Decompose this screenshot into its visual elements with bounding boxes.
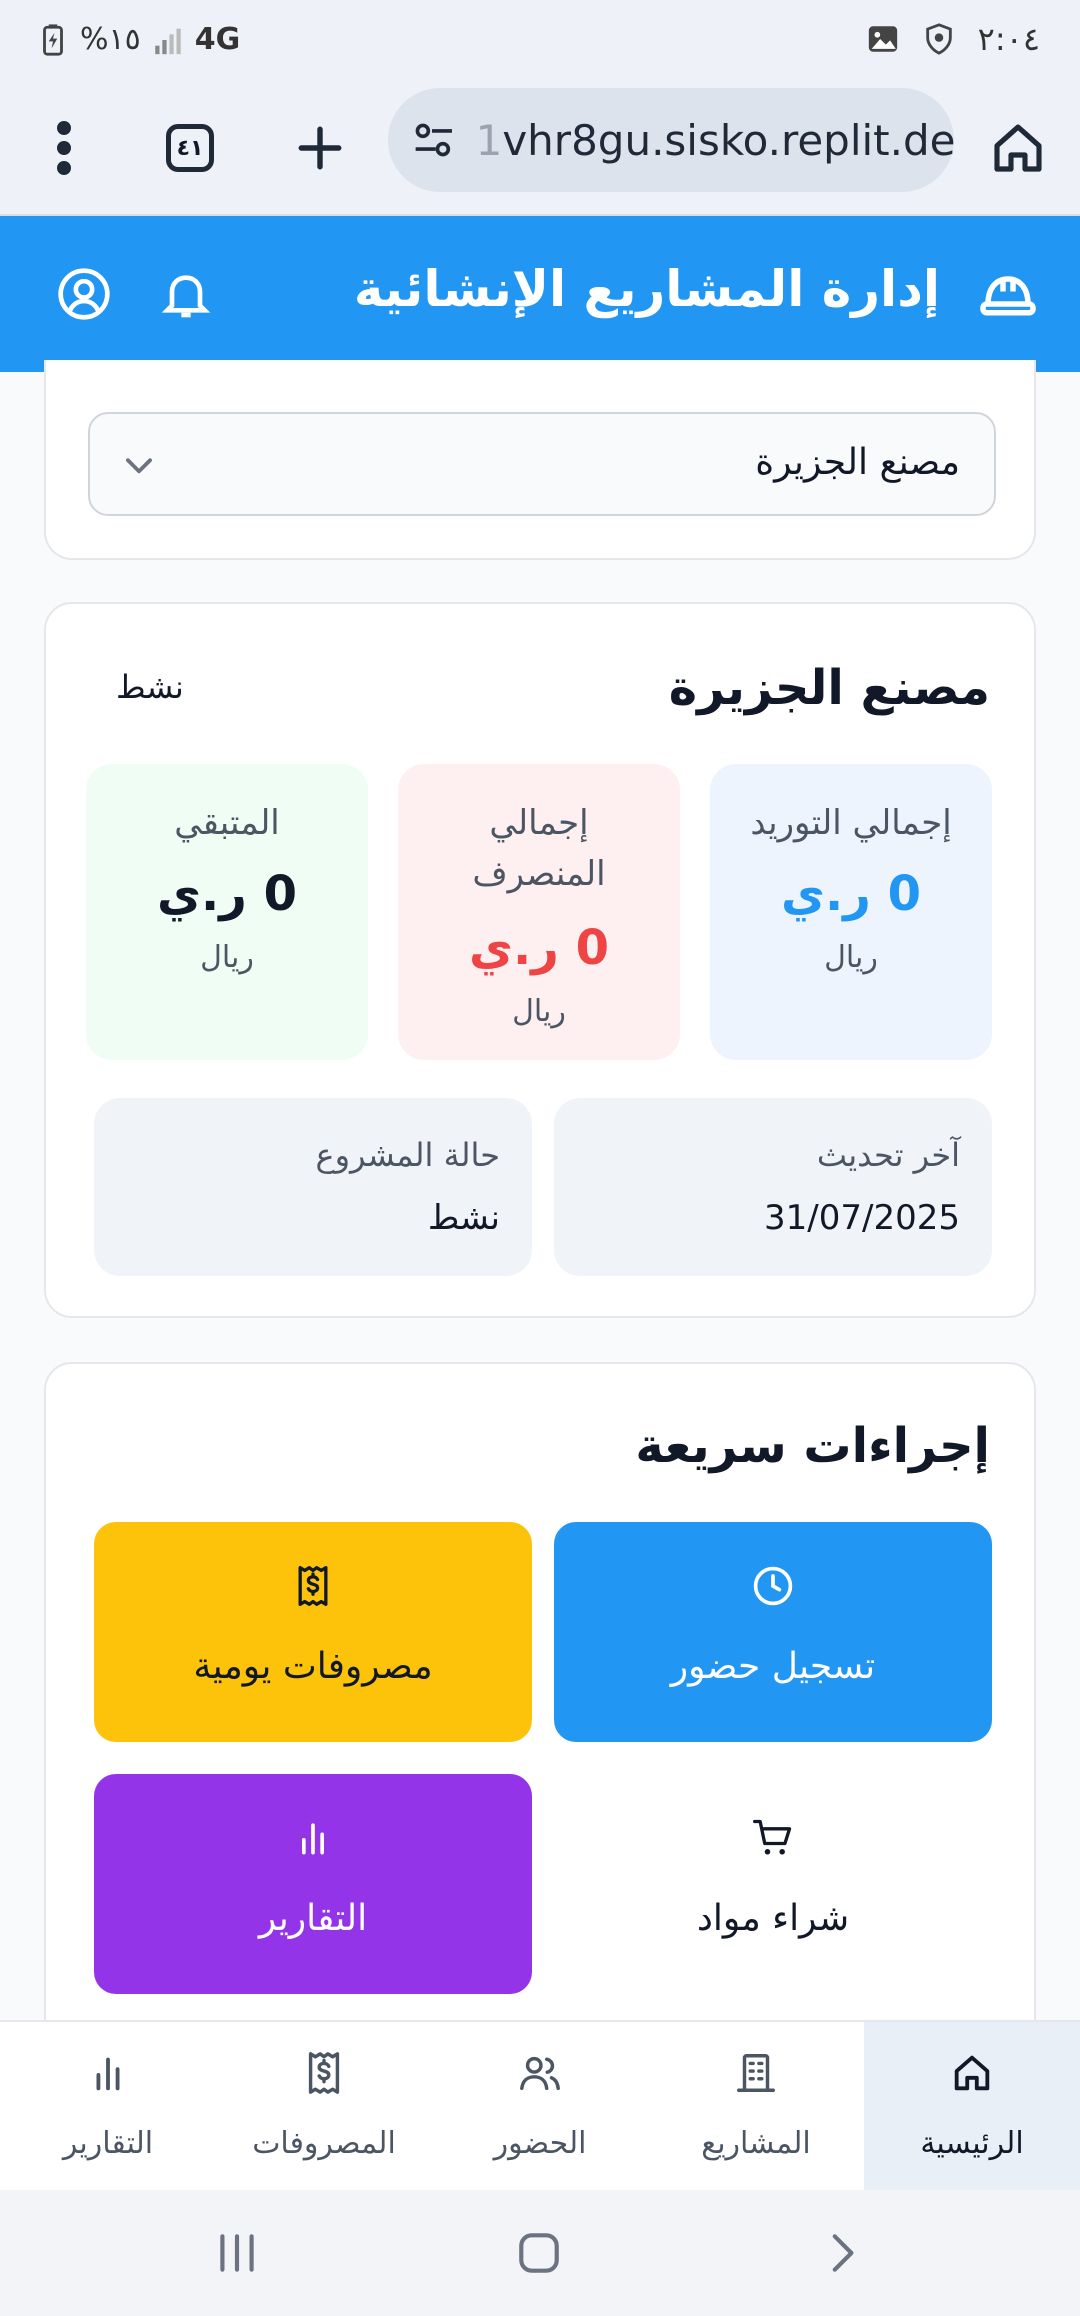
nav-label-home: الرئيسية [920,2126,1024,2161]
reports-button[interactable]: التقارير [94,1774,532,1994]
shopping-cart-icon [753,1819,792,1855]
last-update-box: آخر تحديث 31/07/2025 [554,1098,992,1276]
nav-label-expenses: المصروفات [252,2126,396,2161]
users-icon [520,2056,560,2091]
receipt-dollar-icon [308,2052,340,2094]
bar-chart-icon [302,1823,324,1855]
signal-icon [155,28,181,54]
browser-menu-button[interactable] [26,110,102,186]
project-select-value: مصنع الجزيرة [755,442,960,483]
bar-chart-icon [96,2057,120,2091]
system-navigation-bar [0,2190,1080,2316]
record-attendance-button[interactable]: تسجيل حضور [554,1522,992,1742]
receipt-dollar-icon [298,1566,328,1606]
status-bar: %١٥ 4G ٢:٠٤ [0,0,1080,82]
project-status-box: حالة المشروع نشط [94,1098,532,1276]
total-spent-unit: ريال [512,994,566,1029]
nav-item-attendance[interactable]: الحضور [432,2022,648,2190]
nav-label-reports: التقارير [62,2126,154,2161]
quick-actions-card: إجراءات سريعة تسجيل حضور مصروفات يومية ش… [44,1362,1036,2042]
remaining-stat: المتبقي 0 ر.ي ريال [86,764,368,1060]
quick-actions-title: إجراءات سريعة [635,1418,990,1474]
clock: ٢:٠٤ [977,20,1040,58]
browser-toolbar: ٤١ 1vhr8gu.sisko.replit.dev [0,82,1080,216]
remaining-value: 0 ر.ي [157,866,297,922]
last-update-value: 31/07/2025 [764,1198,960,1238]
total-supply-unit: ريال [824,940,878,975]
total-spent-value: 0 ر.ي [469,920,609,976]
url-text: 1vhr8gu.sisko.replit.dev [475,115,954,165]
bell-icon[interactable] [158,266,214,322]
chevron-down-icon [126,458,152,474]
record-attendance-label: تسجيل حضور [670,1646,876,1687]
remaining-unit: ريال [200,940,254,975]
building-icon [737,2054,775,2092]
total-supply-label: إجمالي التوريد [750,803,952,843]
more-vertical-icon [57,121,71,175]
new-tab-button[interactable] [282,110,358,186]
home-icon [994,124,1042,172]
daily-expenses-button[interactable]: مصروفات يومية [94,1522,532,1742]
home-button[interactable] [980,110,1056,186]
nav-item-expenses[interactable]: المصروفات [216,2022,432,2190]
project-selector-card: مصنع الجزيرة [44,360,1036,560]
hard-hat-icon [980,276,1036,316]
bottom-navigation: الرئيسية المشاريع الحضور المصروفات التقا… [0,2020,1080,2190]
buy-materials-label: شراء مواد [696,1898,850,1939]
address-bar[interactable]: 1vhr8gu.sisko.replit.dev [388,88,954,192]
nav-item-home[interactable]: الرئيسية [864,2022,1080,2190]
nav-label-projects: المشاريع [701,2126,811,2161]
battery-level: %١٥ [80,22,141,57]
back-icon[interactable] [816,2228,866,2278]
tab-switcher-button[interactable]: ٤١ [152,110,228,186]
project-name: مصنع الجزيرة [668,660,990,716]
last-update-label: آخر تحديث [816,1136,960,1174]
system-home-icon[interactable] [514,2228,564,2278]
nav-item-projects[interactable]: المشاريع [648,2022,864,2190]
nav-item-reports[interactable]: التقارير [0,2022,216,2190]
project-status-value: نشط [427,1198,500,1238]
battery-charging-icon [43,23,63,56]
clock-icon [753,1566,793,1606]
total-supply-value: 0 ر.ي [781,866,921,922]
shield-icon [925,23,952,55]
total-supply-stat: إجمالي التوريد 0 ر.ي ريال [710,764,992,1060]
total-spent-stat: إجمالي المنصرف 0 ر.ي ريال [398,764,680,1060]
buy-materials-button[interactable]: شراء مواد [554,1774,992,1994]
app-title: إدارة المشاريع الإنشائية [353,260,940,318]
project-summary-card: مصنع الجزيرة نشط إجمالي التوريد 0 ر.ي ري… [44,602,1036,1318]
image-notification-icon [868,26,897,52]
total-spent-label: إجمالي المنصرف [472,803,606,894]
user-profile-icon[interactable] [56,266,112,322]
project-status-label: حالة المشروع [315,1136,501,1174]
tab-count: ٤١ [166,124,214,172]
home-icon [954,2055,990,2091]
plus-icon [298,126,342,170]
recent-apps-icon[interactable] [212,2228,262,2278]
app-header: إدارة المشاريع الإنشائية [0,216,1080,372]
project-status-badge: نشط [116,668,184,706]
nav-label-attendance: الحضور [493,2126,587,2161]
site-settings-icon[interactable] [412,117,456,163]
daily-expenses-label: مصروفات يومية [193,1646,433,1687]
network-type: 4G [194,22,241,57]
project-select[interactable]: مصنع الجزيرة [88,412,996,516]
reports-label: التقارير [258,1898,368,1939]
remaining-label: المتبقي [174,803,280,843]
